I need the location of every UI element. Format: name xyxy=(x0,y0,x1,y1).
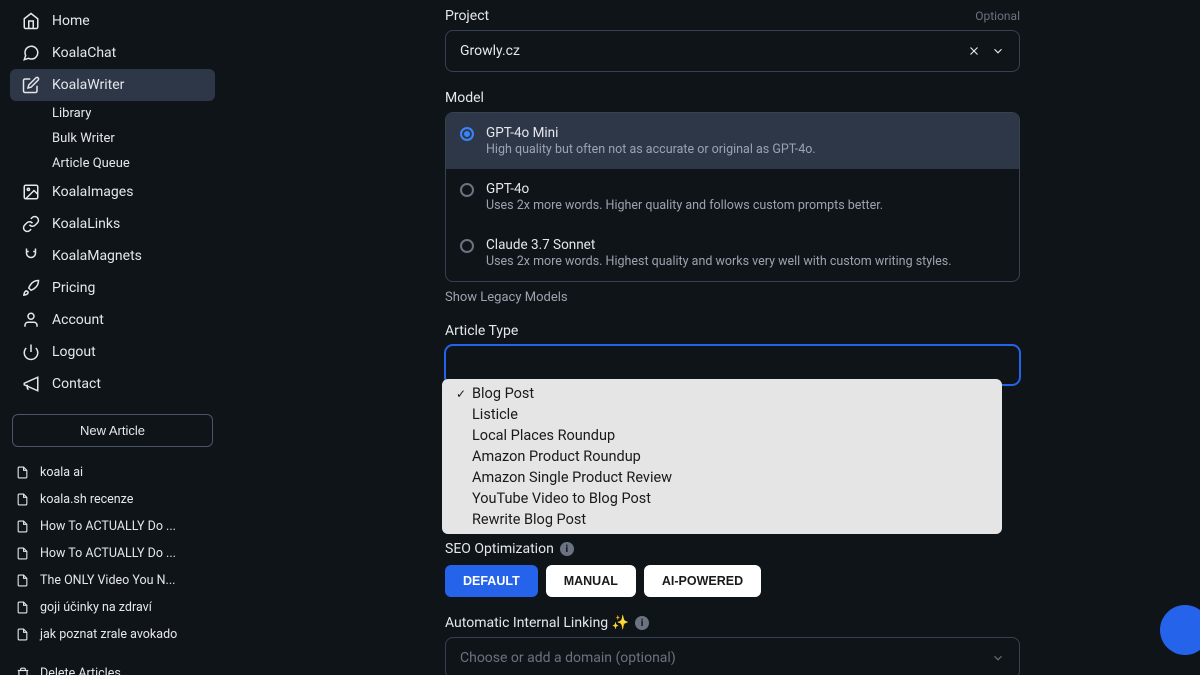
file-icon xyxy=(16,547,30,560)
file-icon xyxy=(16,628,30,641)
model-option-claude[interactable]: Claude 3.7 Sonnet Uses 2x more words. Hi… xyxy=(446,225,1019,281)
nav-label: KoalaMagnets xyxy=(52,248,142,264)
project-select[interactable]: Growly.cz xyxy=(445,30,1020,72)
dropdown-item-listicle[interactable]: Listicle xyxy=(442,404,1002,425)
article-type-field: Article Type ✓Blog Post Listicle Local P… xyxy=(445,323,1020,385)
article-item[interactable]: koala ai xyxy=(10,459,215,486)
user-icon xyxy=(22,311,40,329)
delete-articles[interactable]: Delete Articles xyxy=(10,656,215,675)
file-icon xyxy=(16,520,30,533)
seo-field: SEO Optimization i DEFAULT MANUAL AI-POW… xyxy=(445,541,1020,597)
file-icon xyxy=(16,601,30,614)
nav-pricing[interactable]: Pricing xyxy=(10,272,215,304)
model-field: Model GPT-4o Mini High quality but often… xyxy=(445,90,1020,305)
nav-koalamagnets[interactable]: KoalaMagnets xyxy=(10,240,215,272)
chevron-down-icon xyxy=(991,651,1005,665)
optional-text: Optional xyxy=(975,9,1020,23)
project-value: Growly.cz xyxy=(460,43,520,59)
home-icon xyxy=(22,12,40,30)
dropdown-item-youtube[interactable]: YouTube Video to Blog Post xyxy=(442,488,1002,509)
article-item[interactable]: goji účinky na zdraví xyxy=(10,594,215,621)
nav-label: KoalaWriter xyxy=(52,77,124,93)
radio-icon xyxy=(460,183,474,197)
info-icon[interactable]: i xyxy=(635,616,649,630)
project-field: Project Optional Growly.cz xyxy=(445,8,1020,72)
file-icon xyxy=(16,574,30,587)
sidebar: Home KoalaChat KoalaWriter Library Bulk … xyxy=(0,0,225,675)
megaphone-icon xyxy=(22,375,40,393)
clear-icon[interactable] xyxy=(967,44,981,58)
article-item[interactable]: jak poznat zrale avokado xyxy=(10,621,215,648)
image-icon xyxy=(22,183,40,201)
seo-label: SEO Optimization xyxy=(445,541,554,557)
nav-label: KoalaChat xyxy=(52,45,116,61)
article-item[interactable]: koala.sh recenze xyxy=(10,486,215,513)
dropdown-item-rewrite[interactable]: Rewrite Blog Post xyxy=(442,509,1002,530)
chat-icon xyxy=(22,44,40,62)
nav-label: Home xyxy=(52,13,90,29)
main-content: Project Optional Growly.cz Model GPT-4o … xyxy=(225,0,1200,675)
nav-account[interactable]: Account xyxy=(10,304,215,336)
domain-placeholder: Choose or add a domain (optional) xyxy=(460,650,676,666)
article-list: koala ai koala.sh recenze How To ACTUALL… xyxy=(10,459,215,648)
check-icon: ✓ xyxy=(456,387,468,401)
nav-contact[interactable]: Contact xyxy=(10,368,215,400)
nav-koalawriter[interactable]: KoalaWriter xyxy=(10,69,215,101)
article-type-dropdown: ✓Blog Post Listicle Local Places Roundup… xyxy=(442,379,1002,534)
link-icon xyxy=(22,215,40,233)
nav-koalalinks[interactable]: KoalaLinks xyxy=(10,208,215,240)
seo-ai-button[interactable]: AI-POWERED xyxy=(644,565,761,597)
nav-label: Contact xyxy=(52,376,101,392)
article-type-label: Article Type xyxy=(445,323,1020,339)
article-item[interactable]: How To ACTUALLY Do ... xyxy=(10,513,215,540)
seo-default-button[interactable]: DEFAULT xyxy=(445,565,538,597)
nav-label: Logout xyxy=(52,344,96,360)
model-label: Model xyxy=(445,90,1020,106)
rocket-icon xyxy=(22,279,40,297)
model-radio-group: GPT-4o Mini High quality but often not a… xyxy=(445,112,1020,282)
model-option-gpt4o[interactable]: GPT-4o Uses 2x more words. Higher qualit… xyxy=(446,169,1019,225)
project-label: Project xyxy=(445,8,489,24)
nav-bulk-writer[interactable]: Bulk Writer xyxy=(40,126,215,151)
radio-icon xyxy=(460,239,474,253)
dropdown-item-blog-post[interactable]: ✓Blog Post xyxy=(442,383,1002,404)
new-article-button[interactable]: New Article xyxy=(12,414,213,447)
nav-home[interactable]: Home xyxy=(10,5,215,37)
dropdown-item-local-places[interactable]: Local Places Roundup xyxy=(442,425,1002,446)
domain-select[interactable]: Choose or add a domain (optional) xyxy=(445,637,1020,675)
nav-writer-sub: Library Bulk Writer Article Queue xyxy=(10,101,215,176)
internal-linking-field: Automatic Internal Linking ✨ i Choose or… xyxy=(445,615,1020,675)
nav-label: KoalaLinks xyxy=(52,216,120,232)
nav-koalaimages[interactable]: KoalaImages xyxy=(10,176,215,208)
trash-icon xyxy=(16,667,30,675)
magnet-icon xyxy=(22,247,40,265)
chevron-down-icon[interactable] xyxy=(991,44,1005,58)
nav-label: Pricing xyxy=(52,280,95,296)
file-icon xyxy=(16,466,30,479)
radio-icon xyxy=(460,127,474,141)
legacy-models-link[interactable]: Show Legacy Models xyxy=(445,290,1020,305)
seo-manual-button[interactable]: MANUAL xyxy=(546,565,636,597)
nav-label: Account xyxy=(52,312,104,328)
article-item[interactable]: The ONLY Video You N... xyxy=(10,567,215,594)
nav-library[interactable]: Library xyxy=(40,101,215,126)
power-icon xyxy=(22,343,40,361)
edit-icon xyxy=(22,76,40,94)
model-option-gpt4o-mini[interactable]: GPT-4o Mini High quality but often not a… xyxy=(446,113,1019,169)
article-item[interactable]: How To ACTUALLY Do ... xyxy=(10,540,215,567)
info-icon[interactable]: i xyxy=(560,542,574,556)
dropdown-item-amazon-roundup[interactable]: Amazon Product Roundup xyxy=(442,446,1002,467)
file-icon xyxy=(16,493,30,506)
nav-koalachat[interactable]: KoalaChat xyxy=(10,37,215,69)
nav-article-queue[interactable]: Article Queue xyxy=(40,151,215,176)
nav-label: KoalaImages xyxy=(52,184,133,200)
dropdown-item-amazon-review[interactable]: Amazon Single Product Review xyxy=(442,467,1002,488)
nav-logout[interactable]: Logout xyxy=(10,336,215,368)
internal-linking-label: Automatic Internal Linking ✨ xyxy=(445,615,629,631)
